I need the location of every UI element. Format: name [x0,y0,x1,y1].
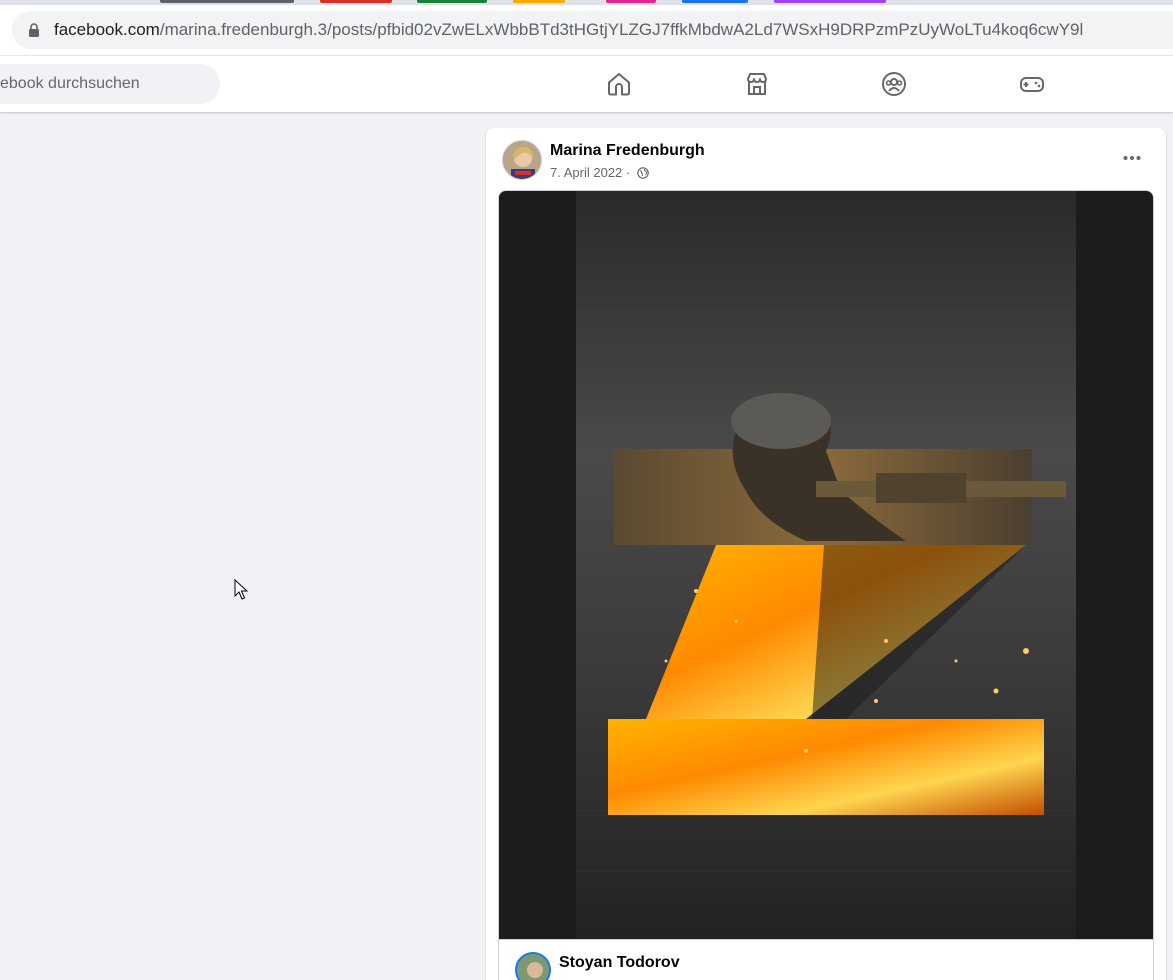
facebook-header: ebook durchsuchen [0,55,1173,112]
tab-indicator[interactable] [513,0,565,3]
gaming-icon[interactable] [1018,70,1046,98]
url-text[interactable]: facebook.com/marina.fredenburgh.3/posts/… [54,20,1083,40]
tab-indicator[interactable] [320,0,392,3]
comment-row: Stoyan Todorov [498,940,1154,980]
commenter-avatar-image [517,954,549,980]
z-symbol-soldier-flames-image [576,191,1076,939]
url-path: /marina.fredenburgh.3/posts/pfbid02vZwEL… [159,20,1084,39]
post-author-name[interactable]: Marina Fredenburgh [550,142,705,160]
tab-indicator[interactable] [774,0,886,3]
marketplace-icon[interactable] [743,70,771,98]
globe-icon[interactable] [637,167,649,179]
lock-icon[interactable] [28,23,40,37]
search-box[interactable]: ebook durchsuchen [0,64,220,104]
url-domain: facebook.com [54,20,160,39]
tab-indicator[interactable] [682,0,748,3]
tab-indicator[interactable] [160,0,294,3]
post-meta: 7. April 2022 · [550,165,649,180]
post-date[interactable]: 7. April 2022 · [550,165,630,180]
tab-indicator[interactable] [606,0,656,3]
commenter-name[interactable]: Stoyan Todorov [559,954,680,972]
more-options-icon[interactable] [1122,148,1142,168]
mouse-cursor-icon [234,579,248,600]
address-bar[interactable]: facebook.com/marina.fredenburgh.3/posts/… [12,11,1173,49]
commenter-avatar[interactable] [515,952,551,980]
avatar-image [503,141,541,179]
search-input[interactable]: ebook durchsuchen [0,75,140,93]
post-media[interactable] [498,190,1154,940]
author-avatar[interactable] [502,140,542,180]
tab-indicator[interactable] [417,0,487,3]
groups-icon[interactable] [880,70,908,98]
browser-toolbar: facebook.com/marina.fredenburgh.3/posts/… [0,5,1173,55]
post-card: Marina Fredenburgh 7. April 2022 · Stoya… [486,128,1166,980]
home-icon[interactable] [605,70,633,98]
